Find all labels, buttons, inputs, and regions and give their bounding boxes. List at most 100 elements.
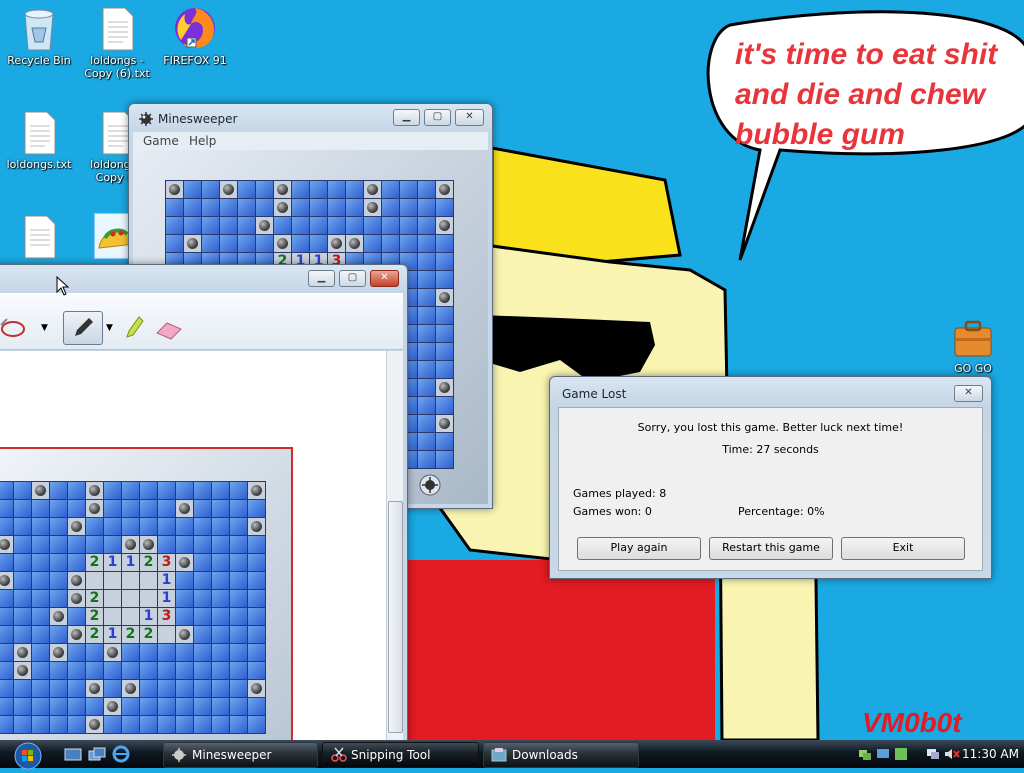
minesweeper-tile[interactable] [212,680,229,697]
minesweeper-tile[interactable] [248,554,265,571]
minesweeper-tile[interactable] [382,199,399,216]
minesweeper-tile[interactable] [346,181,363,198]
minesweeper-tile[interactable] [14,590,31,607]
minesweeper-tile[interactable] [140,590,157,607]
minesweeper-tile[interactable] [418,325,435,342]
minesweeper-tile[interactable] [346,235,363,252]
minesweeper-tile[interactable] [50,590,67,607]
minesweeper-tile[interactable] [32,572,49,589]
minesweeper-tile[interactable] [256,217,273,234]
minesweeper-tile[interactable]: 2 [86,626,103,643]
minesweeper-tile[interactable] [68,662,85,679]
minesweeper-tile[interactable] [364,199,381,216]
minesweeper-tile[interactable]: 1 [104,626,121,643]
minesweeper-tile[interactable] [0,590,13,607]
minesweeper-tile[interactable] [0,608,13,625]
minesweeper-tile[interactable] [86,680,103,697]
desktop-icon-file[interactable] [0,214,78,262]
minesweeper-tile[interactable] [194,482,211,499]
switch-windows-icon[interactable] [88,747,106,763]
minesweeper-tile[interactable] [346,199,363,216]
minesweeper-tile[interactable] [382,217,399,234]
minesweeper-tile[interactable] [194,608,211,625]
minesweeper-tile[interactable] [418,253,435,270]
minesweeper-tile[interactable] [176,626,193,643]
minesweeper-tile[interactable] [418,181,435,198]
minesweeper-tile[interactable] [104,716,121,733]
minesweeper-tile[interactable] [104,644,121,661]
minesweeper-tile[interactable] [158,644,175,661]
minesweeper-tile[interactable]: 3 [158,608,175,625]
minesweeper-tile[interactable] [364,181,381,198]
minesweeper-tile[interactable] [230,482,247,499]
minesweeper-tile[interactable] [122,536,139,553]
eraser-icon[interactable] [155,319,183,341]
minesweeper-tile[interactable] [328,217,345,234]
minesweeper-tile[interactable] [86,644,103,661]
minesweeper-tile[interactable] [400,181,417,198]
minesweeper-tile[interactable] [158,536,175,553]
minesweeper-tile[interactable]: 2 [86,608,103,625]
minesweeper-tile[interactable] [194,554,211,571]
minesweeper-tile[interactable] [238,199,255,216]
minesweeper-tile[interactable] [436,235,453,252]
minesweeper-tile[interactable] [238,217,255,234]
minesweeper-tile[interactable] [14,500,31,517]
minesweeper-tile[interactable] [184,199,201,216]
minesweeper-tile[interactable] [104,662,121,679]
minesweeper-tile[interactable] [418,289,435,306]
minesweeper-tile[interactable] [140,536,157,553]
minimize-button[interactable]: ▁ [393,109,420,126]
minesweeper-tile[interactable] [220,181,237,198]
snipping-tool-window[interactable]: ▁ ▢ ✕ ▼ ▼ 211231212132122 [0,264,408,740]
minesweeper-tile[interactable] [158,500,175,517]
minesweeper-tile[interactable] [292,235,309,252]
minesweeper-tile[interactable] [0,500,13,517]
minesweeper-tile[interactable] [14,662,31,679]
minesweeper-tile[interactable] [14,716,31,733]
minesweeper-tile[interactable] [436,451,453,468]
minesweeper-tile[interactable] [418,235,435,252]
minesweeper-tile[interactable] [32,536,49,553]
minesweeper-tile[interactable]: 2 [86,590,103,607]
minesweeper-tile[interactable] [436,433,453,450]
minesweeper-tile[interactable] [418,451,435,468]
minesweeper-tile[interactable] [122,644,139,661]
minesweeper-tile[interactable] [140,644,157,661]
minesweeper-tile[interactable] [220,217,237,234]
chevron-down-icon[interactable]: ▼ [106,323,113,333]
minesweeper-tile[interactable] [436,217,453,234]
minesweeper-tile[interactable]: 2 [86,554,103,571]
minesweeper-tile[interactable] [418,415,435,432]
minesweeper-tile[interactable] [436,199,453,216]
minesweeper-tile[interactable] [50,698,67,715]
minesweeper-tile[interactable] [212,500,229,517]
minesweeper-tile[interactable] [68,500,85,517]
minesweeper-tile[interactable] [274,181,291,198]
desktop-icon-go-go[interactable]: GO GO [934,316,1012,375]
minesweeper-tile[interactable] [328,235,345,252]
minesweeper-tile[interactable] [194,500,211,517]
volume-muted-icon[interactable] [944,747,960,761]
minesweeper-tile[interactable] [166,235,183,252]
minesweeper-tile[interactable] [86,518,103,535]
minesweeper-tile[interactable] [176,590,193,607]
minesweeper-tile[interactable] [14,608,31,625]
minesweeper-tile[interactable] [32,698,49,715]
minesweeper-tile[interactable] [158,716,175,733]
minesweeper-tile[interactable] [248,482,265,499]
minesweeper-tile[interactable] [68,554,85,571]
minesweeper-tile[interactable] [310,235,327,252]
minesweeper-tile[interactable] [382,235,399,252]
minesweeper-tile[interactable] [328,181,345,198]
minesweeper-tile[interactable] [212,590,229,607]
minesweeper-tile[interactable] [194,698,211,715]
game-lost-dialog[interactable]: Game Lost ✕ Sorry, you lost this game. B… [549,376,992,579]
minesweeper-tile[interactable] [104,680,121,697]
minesweeper-tile[interactable] [158,662,175,679]
minesweeper-tile[interactable] [50,716,67,733]
minesweeper-tile[interactable] [50,554,67,571]
minesweeper-tile[interactable] [382,181,399,198]
minesweeper-tile[interactable] [176,518,193,535]
minesweeper-tile[interactable] [436,253,453,270]
